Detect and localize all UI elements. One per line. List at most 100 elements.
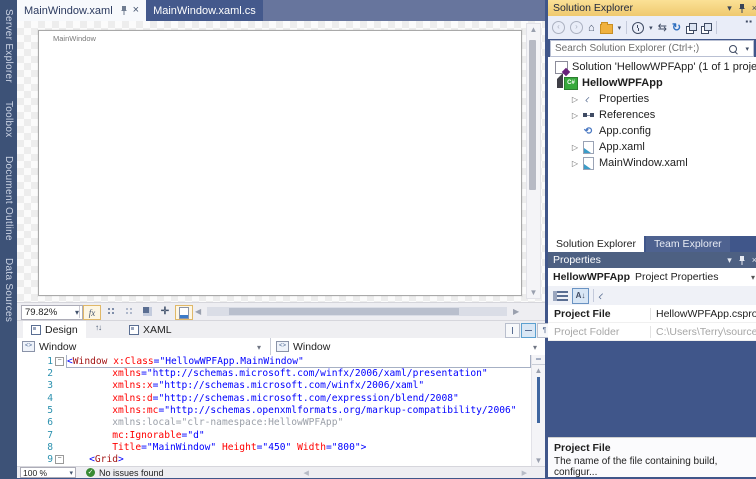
close-icon[interactable]: ×: [752, 254, 756, 266]
tree-row-app-xaml[interactable]: ▷ App.xaml: [548, 139, 756, 155]
close-icon[interactable]: ×: [133, 5, 139, 16]
code-line[interactable]: 9− <Grid>: [17, 454, 545, 466]
code-line[interactable]: 1−<Window x:Class="HellowWPFApp.MainWind…: [17, 355, 545, 367]
search-input[interactable]: [551, 43, 729, 54]
scroll-down-icon[interactable]: ▼: [532, 455, 545, 466]
code-line[interactable]: 7 mc:Ignorable="d": [17, 429, 545, 441]
tab-mainwindow-xaml-cs[interactable]: MainWindow.xaml.cs: [146, 0, 263, 21]
chevron-down-icon[interactable]: ▾: [649, 24, 653, 32]
property-row-project-file[interactable]: Project File HellowWPFApp.csproj: [548, 305, 756, 323]
categorized-button[interactable]: [552, 289, 568, 302]
scroll-down-icon[interactable]: ▼: [527, 287, 540, 298]
scrollbar-thumb[interactable]: [229, 308, 459, 315]
rail-tab-server-explorer[interactable]: Server Explorer: [3, 0, 14, 92]
properties-titlebar[interactable]: Properties ▾ ×: [548, 252, 756, 268]
toolbar-overflow-icon[interactable]: ▪▪: [745, 17, 753, 26]
refresh-icon[interactable]: ↻: [672, 21, 681, 35]
wpf-designer-surface[interactable]: MainWindow ▲ ▼: [17, 21, 545, 302]
pending-changes-filter-icon[interactable]: [632, 22, 644, 34]
swap-panes-button[interactable]: ↑↓: [95, 323, 101, 332]
scroll-left-icon[interactable]: ◀: [304, 469, 309, 477]
split-editor-grip[interactable]: ═: [532, 355, 545, 365]
forward-icon[interactable]: ›: [570, 21, 583, 34]
breadcrumb[interactable]: <> Window ▾: [17, 338, 270, 355]
window-menu-icon[interactable]: ▾: [727, 254, 732, 266]
chevron-down-icon[interactable]: ▾: [257, 343, 261, 352]
rail-tab-data-sources[interactable]: Data Sources: [3, 249, 14, 331]
tab-xaml[interactable]: XAML: [121, 321, 180, 339]
vertical-split-button[interactable]: [505, 323, 520, 338]
code-line[interactable]: 6 xmlns:local="clr-namespace:HellowWPFAp…: [17, 417, 545, 429]
fold-collapse-icon[interactable]: −: [53, 357, 66, 366]
scroll-right-icon[interactable]: ▶: [522, 469, 527, 477]
tree-row-solution[interactable]: Solution 'HellowWPFApp' (1 of 1 project): [548, 59, 756, 75]
fold-collapse-icon[interactable]: −: [53, 455, 66, 464]
design-preview-window[interactable]: MainWindow: [38, 30, 522, 296]
toggle-artboard-background-button[interactable]: [139, 305, 155, 318]
home-icon[interactable]: ⌂: [588, 21, 595, 35]
snap-to-grid-button[interactable]: [121, 305, 137, 318]
scroll-right-icon[interactable]: ▶: [513, 307, 519, 316]
scroll-left-icon[interactable]: ◀: [195, 307, 201, 316]
collapsed-arrow-icon[interactable]: ▷: [569, 95, 581, 104]
breadcrumb[interactable]: <> Window ▾: [271, 338, 545, 355]
snap-to-snaplines-button[interactable]: ✛: [157, 305, 173, 318]
scroll-up-icon[interactable]: ▲: [532, 365, 545, 376]
alphabetical-sort-button[interactable]: A↓: [572, 288, 589, 304]
collapsed-arrow-icon[interactable]: ▷: [569, 159, 581, 168]
scrollbar-thumb[interactable]: [529, 40, 536, 190]
back-icon[interactable]: ‹: [552, 21, 565, 34]
solution-explorer-titlebar[interactable]: Solution Explorer ▾ ×: [548, 0, 756, 16]
property-row-project-folder[interactable]: Project Folder C:\Users\Terry\source\rep: [548, 323, 756, 341]
scroll-up-icon[interactable]: ▲: [527, 24, 540, 35]
collapsed-arrow-icon[interactable]: ▷: [569, 111, 581, 120]
close-icon[interactable]: ×: [752, 2, 756, 14]
window-menu-icon[interactable]: ▾: [727, 2, 732, 14]
chevron-down-icon[interactable]: ▾: [533, 343, 537, 352]
expanded-arrow-icon[interactable]: [552, 79, 564, 88]
sync-with-active-document-icon[interactable]: ⇆: [658, 21, 667, 35]
property-value[interactable]: HellowWPFApp.csproj: [651, 308, 756, 320]
tree-row-project[interactable]: C# HellowWPFApp: [548, 75, 756, 91]
search-icon[interactable]: [729, 45, 737, 53]
rail-tab-document-outline[interactable]: Document Outline: [3, 147, 14, 250]
disable-project-code-button[interactable]: [175, 305, 193, 320]
chevron-down-icon[interactable]: ▾: [751, 273, 755, 282]
show-effects-button[interactable]: fx: [83, 305, 101, 320]
code-line[interactable]: 2 xmlns="http://schemas.microsoft.com/wi…: [17, 367, 545, 379]
collapsed-arrow-icon[interactable]: ▷: [569, 143, 581, 152]
wrench-icon[interactable]: ⌐: [595, 289, 608, 302]
tab-team-explorer[interactable]: Team Explorer: [646, 236, 730, 252]
designer-horizontal-scrollbar[interactable]: [207, 307, 507, 316]
xaml-code-editor[interactable]: 1−<Window x:Class="HellowWPFApp.MainWind…: [17, 355, 545, 466]
tab-mainwindow-xaml[interactable]: MainWindow.xaml ×: [17, 0, 146, 21]
rail-tab-toolbox[interactable]: Toolbox: [3, 92, 14, 147]
tree-row-properties[interactable]: ▷ ⌐ Properties: [548, 91, 756, 107]
code-line[interactable]: 3 xmlns:x="http://schemas.microsoft.com/…: [17, 380, 545, 392]
editor-zoom-select[interactable]: 100 % ▾: [20, 467, 76, 478]
chevron-down-icon[interactable]: ▾: [618, 24, 622, 32]
switch-views-icon[interactable]: [600, 24, 613, 34]
pin-icon[interactable]: [120, 6, 128, 15]
pin-icon[interactable]: [738, 4, 746, 13]
tree-row-mainwindow-xaml[interactable]: ▷ MainWindow.xaml: [548, 155, 756, 171]
pin-icon[interactable]: [738, 256, 746, 265]
designer-vertical-scrollbar[interactable]: ▲ ▼: [526, 23, 541, 299]
tree-row-app-config[interactable]: ⟲ App.config: [548, 123, 756, 139]
tab-solution-explorer[interactable]: Solution Explorer: [548, 236, 644, 252]
code-line[interactable]: 4 xmlns:d="http://schemas.microsoft.com/…: [17, 392, 545, 404]
tab-design[interactable]: Design: [23, 321, 86, 339]
solution-explorer-search[interactable]: ▾: [550, 40, 754, 57]
code-line[interactable]: 5 xmlns:mc="http://schemas.openxmlformat…: [17, 404, 545, 416]
show-snap-grid-button[interactable]: [103, 305, 119, 318]
show-all-files-icon[interactable]: [701, 23, 711, 33]
code-line[interactable]: 8 Title="MainWindow" Height="450" Width=…: [17, 441, 545, 453]
zoom-level-select[interactable]: 79.82% ▾: [21, 305, 83, 320]
tree-row-references[interactable]: ▷ References: [548, 107, 756, 123]
scrollbar-thumb[interactable]: [537, 377, 540, 423]
horizontal-split-button[interactable]: [521, 323, 536, 338]
chevron-down-icon[interactable]: ▾: [745, 45, 749, 53]
properties-object-selector[interactable]: HellowWPFApp Project Properties ▾: [548, 268, 756, 286]
editor-vertical-scrollbar[interactable]: ═ ▲ ▼: [531, 355, 545, 466]
collapse-all-icon[interactable]: [686, 23, 696, 33]
